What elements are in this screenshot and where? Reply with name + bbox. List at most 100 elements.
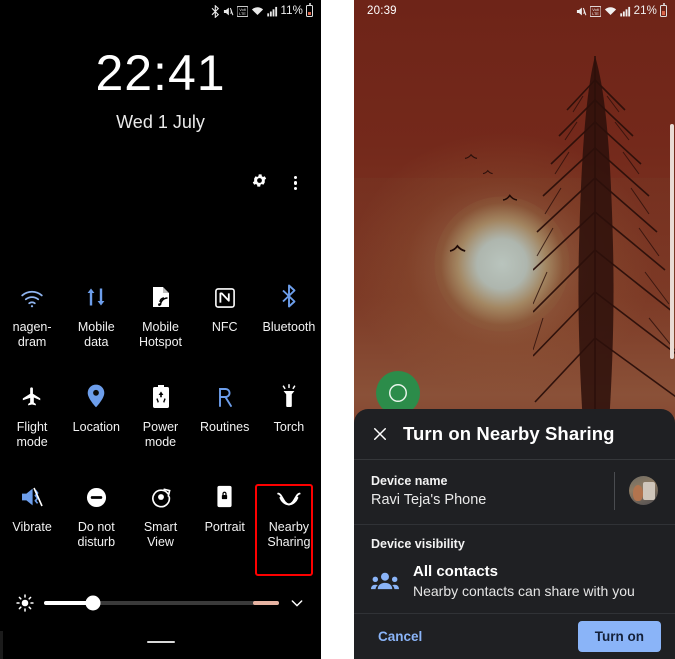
tile-location[interactable]: Location [64,372,128,472]
svg-text:LTE: LTE [239,12,246,16]
brightness-control [0,585,321,621]
kebab-dot [293,187,297,191]
tile-portrait[interactable]: Portrait [193,472,257,572]
dialog-actions: Cancel Turn on [354,614,675,659]
brightness-icon [16,594,34,612]
nearby-sharing-dialog: Turn on Nearby Sharing Device name Ravi … [354,409,675,659]
clock-date: Wed 1 July [116,112,205,132]
tile-label: Routines [200,420,250,434]
cancel-button[interactable]: Cancel [374,621,426,652]
device-name-texts: Device name Ravi Teja's Phone [371,473,606,509]
dialog-header: Turn on Nearby Sharing [354,409,675,460]
screen-edge-marker [0,631,3,659]
dialog-title: Turn on Nearby Sharing [403,422,615,444]
chevron-down-icon[interactable] [289,595,305,611]
tile-nfc[interactable]: NFC [193,272,257,372]
tile-mobile-data[interactable]: Mobile data [64,272,128,372]
tile-bluetooth[interactable]: Bluetooth [257,272,321,372]
device-name-label: Device name [371,473,448,488]
tile-label: Smart View [143,520,178,549]
vibrate-icon [20,482,44,508]
tile-power-mode[interactable]: Power mode [128,372,192,472]
hotspot-icon [151,282,171,308]
kebab-dot [293,181,297,185]
tile-label: NFC [211,320,238,334]
turn-on-button[interactable]: Turn on [577,620,661,652]
nearby-sharing-icon [276,482,302,508]
tile-row: Flight mode Location Power mode Routines… [0,372,321,472]
bird-icon [464,150,484,163]
wifi-icon [20,282,44,308]
svg-text:LTE: LTE [592,12,599,16]
bird-icon [502,192,524,205]
tile-label: Bluetooth [262,320,316,334]
close-icon[interactable] [371,425,389,443]
screenshot-stage: Volt LTE 11% 22:41 Wed 1 July nagen-dram… [0,0,675,659]
visibility-option-title: All contacts [413,562,499,580]
device-name-row[interactable]: Device name Ravi Teja's Phone [354,460,675,525]
lock-clock: 22:41 Wed 1 July [0,48,321,133]
tile-row: nagen-dram Mobile data Mobile Hotspot NF… [0,272,321,372]
smart-view-icon [150,482,172,508]
tile-label: Mobile data [77,320,115,349]
wifi-icon [604,6,617,17]
bird-icon [449,243,473,256]
device-visibility-label: Device visibility [371,536,465,551]
slider-knob[interactable] [85,595,101,611]
user-avatar[interactable] [629,476,658,506]
volte-icon: Volt LTE [589,5,601,17]
overflow-menu-button[interactable] [288,174,303,193]
right-status-bar: 20:39 Volt LTE 21% [354,0,675,22]
gesture-home-bar[interactable] [146,641,175,643]
bird-icon [482,165,498,178]
power-mode-icon [152,382,170,408]
mobile-data-icon [85,282,107,308]
tile-vibrate[interactable]: Vibrate [0,472,64,572]
bluetooth-icon [211,4,220,18]
tile-label: Flight mode [16,420,48,449]
brightness-slider[interactable] [44,595,279,611]
visibility-option-all-contacts[interactable]: All contacts Nearby contacts can share w… [371,562,658,601]
slider-tail [253,601,279,605]
tile-smart-view[interactable]: Smart View [128,472,192,572]
clock-time: 22:41 [95,45,226,101]
wifi-icon [251,6,264,17]
quick-settings-header-actions [251,172,303,194]
tile-label: Nearby Sharing [267,520,311,549]
tile-routines[interactable]: Routines [193,372,257,472]
visibility-option-subtitle: Nearby contacts can share with you [413,582,635,599]
airplane-icon [21,382,43,408]
battery-percent-label: 21% [633,5,657,17]
contacts-group-icon [371,570,399,592]
scroll-indicator[interactable] [670,124,674,359]
battery-low-icon [306,3,313,17]
tile-label: nagen-dram [12,320,52,349]
mute-vibrate-icon [576,6,587,17]
signal-icon [266,6,278,17]
tile-mobile-hotspot[interactable]: Mobile Hotspot [128,272,192,372]
tile-flight-mode[interactable]: Flight mode [0,372,64,472]
location-pin-icon [87,382,105,408]
settings-gear-button[interactable] [251,172,268,194]
tile-label: Do not disturb [77,520,116,549]
torch-icon [279,382,299,408]
tile-torch[interactable]: Torch [257,372,321,472]
do-not-disturb-icon [86,482,107,508]
kebab-dot [293,175,297,179]
nfc-icon [214,282,235,308]
device-visibility-section: Device visibility All contacts Nearby co… [354,525,675,614]
visibility-option-texts: All contacts Nearby contacts can share w… [413,562,658,601]
tile-do-not-disturb[interactable]: Do not disturb [64,472,128,572]
signal-icon [619,6,631,17]
row-divider [614,471,615,510]
tile-label: Torch [273,420,305,434]
tile-row: Vibrate Do not disturb Smart View Portra… [0,472,321,572]
tile-nearby-sharing[interactable]: Nearby Sharing [257,472,321,572]
rotation-lock-icon [216,482,233,508]
tile-wifi[interactable]: nagen-dram [0,272,64,372]
device-name-value: Ravi Teja's Phone [371,491,487,508]
bluetooth-icon [281,282,297,308]
left-status-bar: Volt LTE 11% [0,0,321,22]
left-phone-quick-settings: Volt LTE 11% 22:41 Wed 1 July nagen-dram… [0,0,321,659]
status-bar-clock: 20:39 [367,5,397,17]
